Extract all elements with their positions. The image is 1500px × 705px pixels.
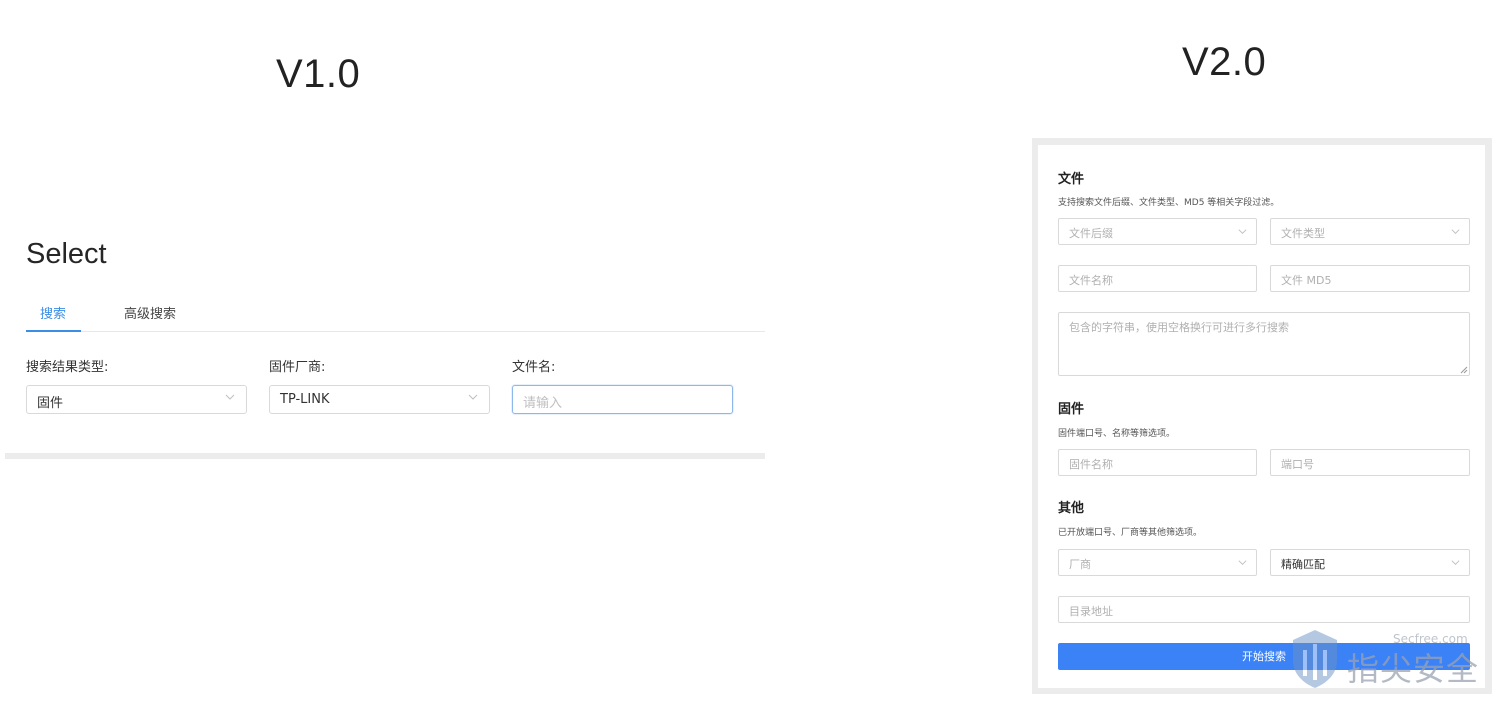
directory-input[interactable]: 目录地址: [1058, 596, 1470, 623]
tab-search[interactable]: 搜索: [40, 303, 66, 322]
result-type-label: 搜索结果类型:: [26, 360, 109, 375]
file-suffix-select[interactable]: 文件后缀: [1058, 218, 1257, 245]
firmware-section-desc: 固件端口号、名称等筛选项。: [1058, 429, 1176, 439]
chevron-down-icon: [468, 394, 478, 400]
firmware-name-placeholder: 固件名称: [1069, 458, 1113, 471]
v1-version-title: V1.0: [276, 52, 361, 96]
firmware-section-title: 固件: [1058, 402, 1085, 417]
v2-search-panel: 文件 支持搜索文件后缀、文件类型、MD5 等相关字段过滤。 文件后缀 文件类型 …: [1038, 145, 1485, 688]
other-section-title: 其他: [1058, 501, 1085, 516]
firmware-vendor-select[interactable]: TP-LINK: [269, 385, 490, 414]
contained-strings-placeholder: 包含的字符串，使用空格换行可进行多行搜索: [1069, 321, 1289, 334]
chevron-down-icon: [225, 394, 235, 400]
file-type-placeholder: 文件类型: [1281, 227, 1325, 240]
v1-tab-bar: 搜索 高级搜索: [26, 302, 765, 332]
v1-page-title: Select: [26, 238, 107, 270]
file-suffix-placeholder: 文件后缀: [1069, 227, 1113, 240]
watermark: Secfree.com 指尖安全: [1289, 628, 1489, 698]
contained-strings-textarea[interactable]: 包含的字符串，使用空格换行可进行多行搜索: [1058, 312, 1470, 376]
shield-logo-icon: [1293, 630, 1337, 688]
directory-placeholder: 目录地址: [1069, 605, 1113, 618]
filename-label: 文件名:: [512, 360, 556, 375]
v2-search-frame: 文件 支持搜索文件后缀、文件类型、MD5 等相关字段过滤。 文件后缀 文件类型 …: [1032, 138, 1492, 694]
vendor-select[interactable]: 厂商: [1058, 549, 1257, 576]
chevron-down-icon: [1238, 229, 1247, 234]
firmware-vendor-value: TP-LINK: [280, 392, 330, 407]
firmware-vendor-label: 固件厂商:: [269, 360, 326, 375]
file-name-placeholder: 文件名称: [1069, 274, 1113, 287]
resize-grip-icon[interactable]: [1459, 365, 1468, 374]
filename-input[interactable]: 请输入: [512, 385, 733, 414]
v2-version-title: V2.0: [1182, 40, 1267, 84]
file-name-input[interactable]: 文件名称: [1058, 265, 1257, 292]
vendor-placeholder: 厂商: [1069, 558, 1091, 571]
match-mode-value: 精确匹配: [1281, 558, 1325, 571]
chevron-down-icon: [1451, 560, 1460, 565]
filename-placeholder: 请输入: [523, 396, 563, 411]
active-tab-indicator: [26, 330, 81, 332]
port-input[interactable]: 端口号: [1270, 449, 1470, 476]
tab-advanced-search[interactable]: 高级搜索: [124, 303, 176, 322]
result-type-value: 固件: [37, 396, 64, 411]
chevron-down-icon: [1238, 560, 1247, 565]
chevron-down-icon: [1451, 229, 1460, 234]
file-md5-input[interactable]: 文件 MD5: [1270, 265, 1470, 292]
v1-divider: [5, 453, 765, 459]
port-placeholder: 端口号: [1281, 458, 1314, 471]
firmware-name-input[interactable]: 固件名称: [1058, 449, 1257, 476]
file-type-select[interactable]: 文件类型: [1270, 218, 1470, 245]
file-section-desc: 支持搜索文件后缀、文件类型、MD5 等相关字段过滤。: [1058, 198, 1280, 208]
file-section-title: 文件: [1058, 172, 1085, 187]
file-md5-placeholder: 文件 MD5: [1281, 274, 1332, 287]
watermark-text: 指尖安全: [1347, 650, 1480, 688]
result-type-select[interactable]: 固件: [26, 385, 247, 414]
match-mode-select[interactable]: 精确匹配: [1270, 549, 1470, 576]
other-section-desc: 已开放端口号、厂商等其他筛选项。: [1058, 528, 1203, 538]
